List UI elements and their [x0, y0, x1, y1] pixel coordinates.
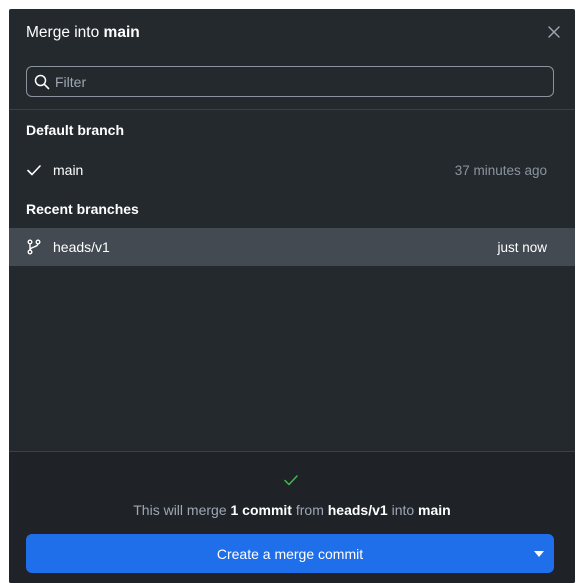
- filter-box: [26, 66, 554, 97]
- merge-options-dropdown[interactable]: [524, 534, 554, 573]
- create-merge-commit-button[interactable]: Create a merge commit: [26, 534, 554, 573]
- merge-msg-text: This will merge: [133, 502, 231, 518]
- check-icon: [27, 165, 41, 176]
- caret-down-icon: [534, 550, 544, 557]
- git-branch-icon: [27, 239, 41, 255]
- dialog-header: Merge into main: [9, 9, 575, 57]
- merge-msg-text: from: [291, 502, 328, 518]
- branch-time: 37 minutes ago: [454, 162, 547, 178]
- merge-target-branch: main: [418, 502, 451, 518]
- merge-dialog: Merge into main Default branch main 37 m…: [9, 9, 575, 583]
- branch-row-main[interactable]: main 37 minutes ago: [9, 151, 575, 189]
- branch-time: just now: [497, 239, 547, 255]
- close-button[interactable]: [545, 23, 563, 41]
- title-prefix: Merge into: [26, 24, 104, 41]
- merge-summary: This will merge 1 commit from heads/v1 i…: [9, 502, 575, 518]
- filter-divider: [9, 109, 575, 110]
- close-icon: [548, 26, 560, 38]
- merge-source-branch: heads/v1: [327, 502, 388, 518]
- branch-name: main: [53, 162, 84, 178]
- merge-button-label: Create a merge commit: [216, 545, 364, 562]
- dialog-title: Merge into main: [26, 24, 140, 42]
- merge-msg-text: into: [387, 502, 419, 518]
- search-icon: [34, 74, 50, 90]
- branch-name: heads/v1: [53, 239, 110, 255]
- filter-input[interactable]: [55, 67, 545, 96]
- branch-row-heads-v1[interactable]: heads/v1 just now: [9, 228, 575, 266]
- merge-commit-count: 1 commit: [230, 502, 292, 518]
- default-branch-heading: Default branch: [26, 122, 125, 138]
- check-icon: [284, 475, 298, 486]
- title-branch: main: [103, 24, 140, 41]
- recent-branches-heading: Recent branches: [26, 201, 139, 217]
- merge-footer: This will merge 1 commit from heads/v1 i…: [9, 452, 575, 583]
